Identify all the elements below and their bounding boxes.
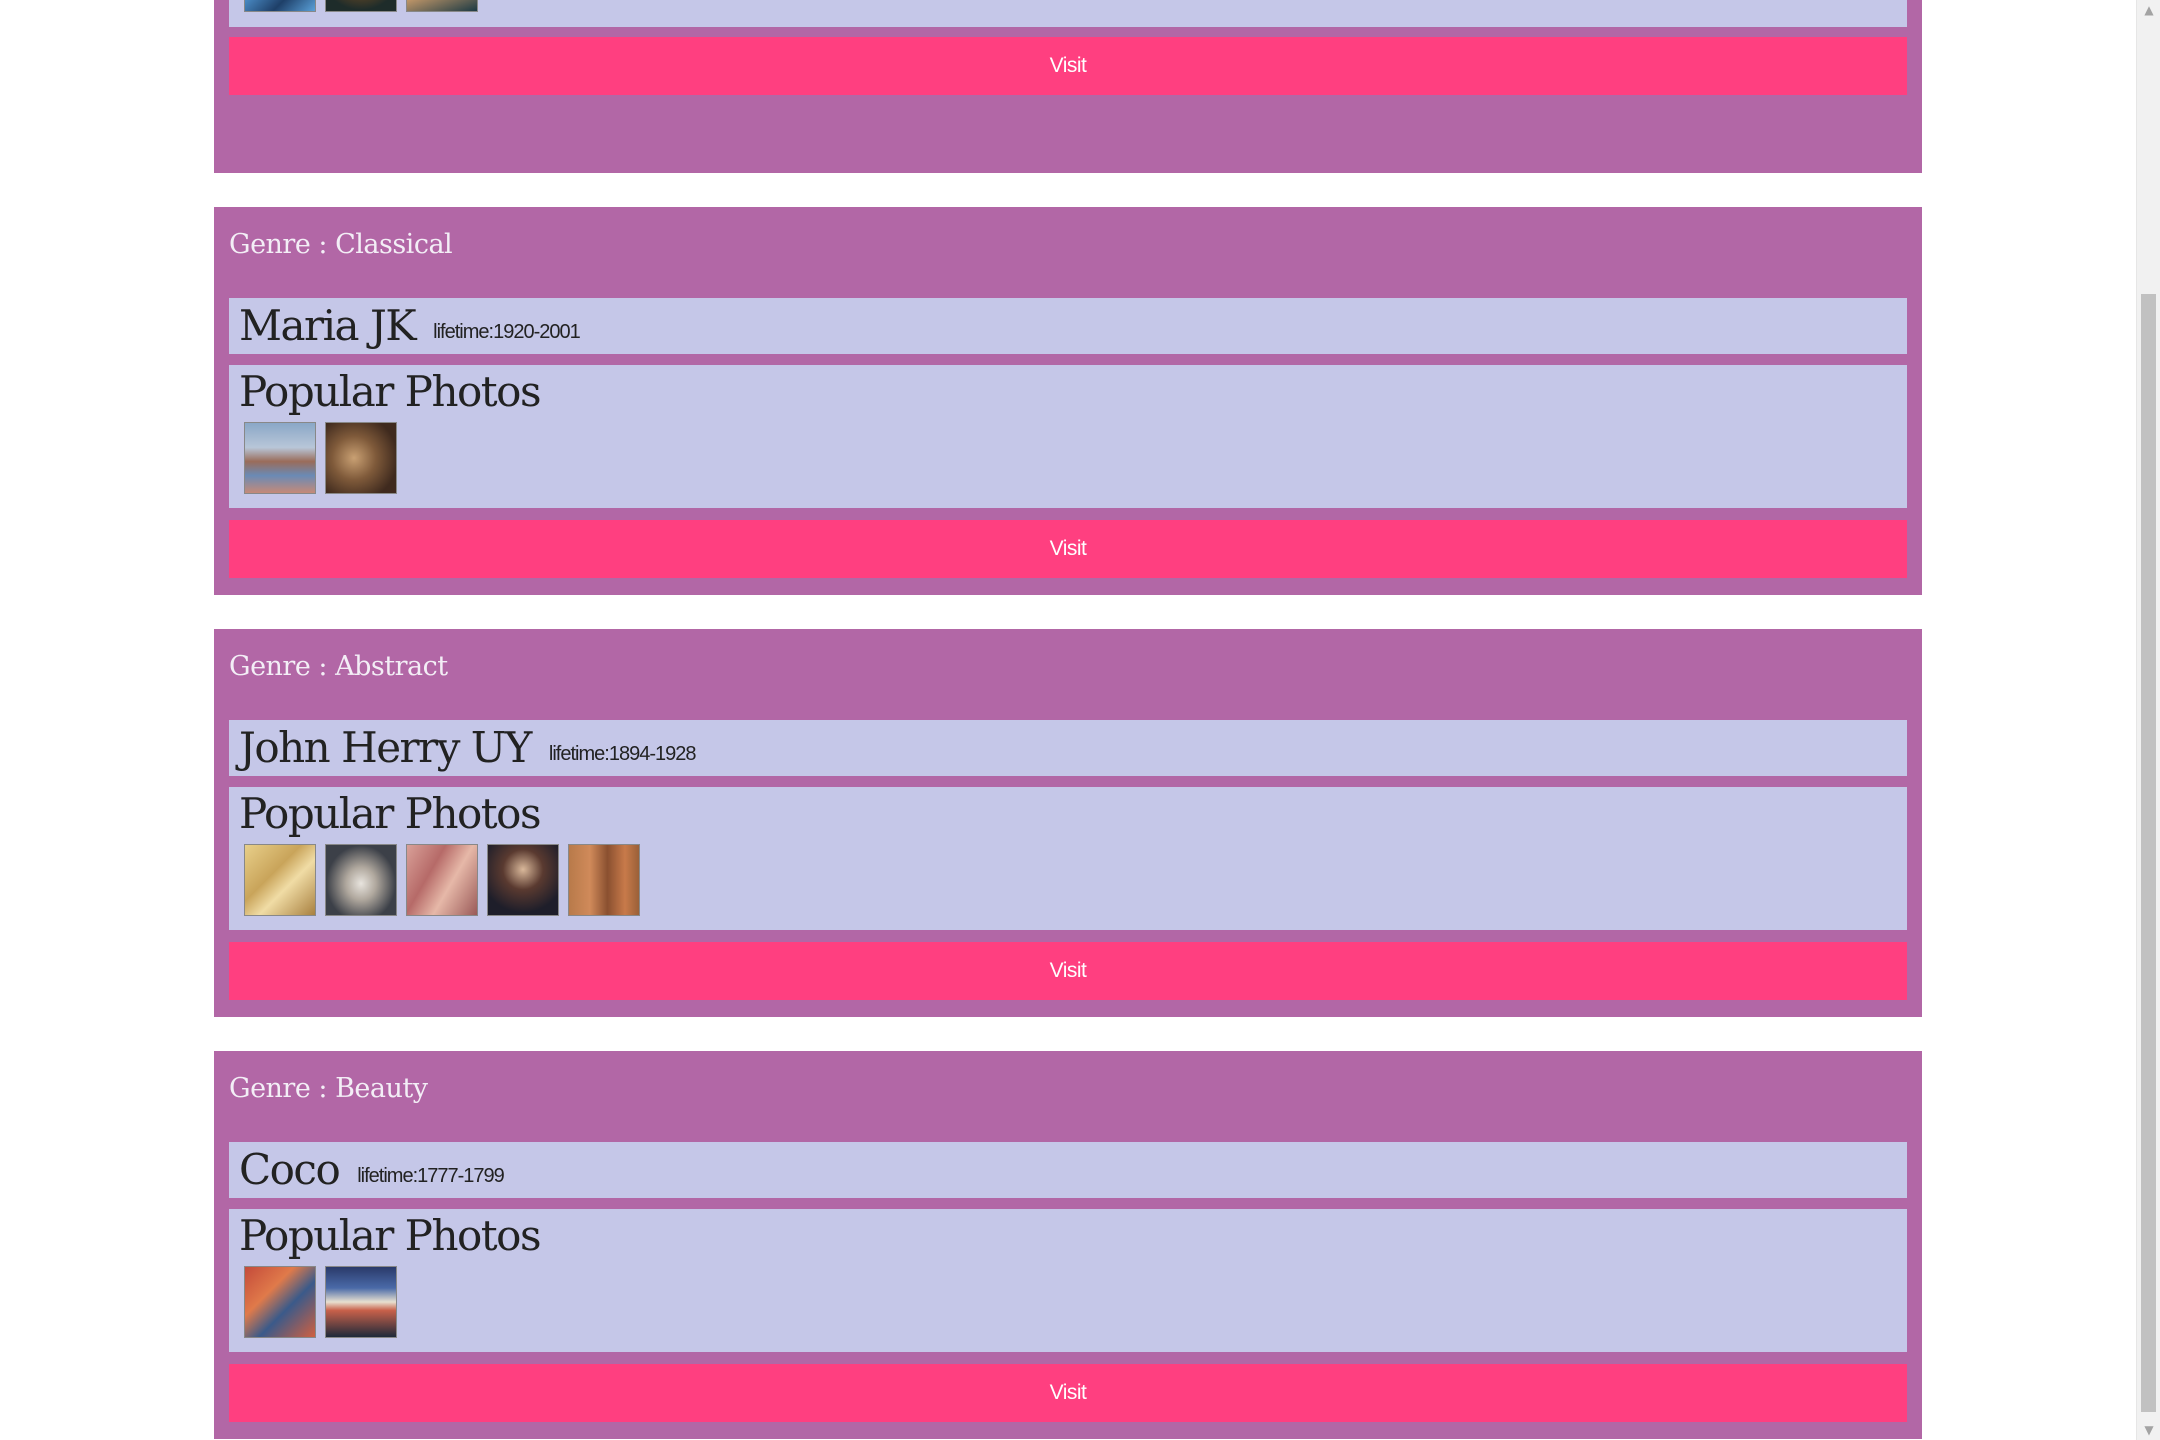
artist-name-row: Maria JK lifetime:1920-2001 — [239, 301, 581, 350]
photo-thumbnails — [244, 844, 640, 916]
genre-title: Genre : Classical — [229, 229, 453, 260]
visit-button[interactable]: Visit — [229, 37, 1907, 95]
popular-photos-title: Popular Photos — [239, 367, 542, 416]
artist-card-classical: Genre : Classical Maria JK lifetime:1920-… — [214, 207, 1922, 595]
scroll-down-arrow-icon[interactable]: ▼ — [2137, 1420, 2160, 1440]
popular-photos-title: Popular Photos — [239, 1211, 542, 1260]
photo-thumbnail[interactable] — [244, 1266, 316, 1338]
genre-title: Genre : Abstract — [229, 651, 448, 682]
artist-lifetime: lifetime:1894-1928 — [548, 743, 697, 765]
artist-name: Coco — [239, 1145, 341, 1194]
artist-header: Coco lifetime:1777-1799 — [229, 1142, 1907, 1198]
photo-thumbnail[interactable] — [244, 0, 316, 12]
photo-thumbnail[interactable] — [406, 844, 478, 916]
artist-name: Maria JK — [239, 301, 417, 350]
popular-photos-panel — [229, 0, 1907, 27]
photo-thumbnail[interactable] — [406, 0, 478, 12]
visit-button[interactable]: Visit — [229, 942, 1907, 1000]
artist-header: Maria JK lifetime:1920-2001 — [229, 298, 1907, 354]
artist-name-row: John Herry UY lifetime:1894-1928 — [239, 723, 697, 772]
popular-photos-title: Popular Photos — [239, 789, 542, 838]
photo-thumbnail[interactable] — [325, 422, 397, 494]
photo-thumbnail[interactable] — [568, 844, 640, 916]
artist-card-partial: Visit — [214, 0, 1922, 173]
photo-thumbnail[interactable] — [325, 0, 397, 12]
photo-thumbnail[interactable] — [244, 422, 316, 494]
scroll-up-arrow-icon[interactable]: ▲ — [2137, 0, 2160, 20]
photo-thumbnail[interactable] — [325, 1266, 397, 1338]
artist-header: John Herry UY lifetime:1894-1928 — [229, 720, 1907, 776]
page: Visit Genre : Classical Maria JK lifetime… — [0, 0, 2160, 1440]
photo-thumbnail[interactable] — [244, 844, 316, 916]
photo-thumbnails — [244, 0, 478, 12]
photo-thumbnails — [244, 1266, 397, 1338]
popular-photos-panel: Popular Photos — [229, 787, 1907, 930]
popular-photos-panel: Popular Photos — [229, 365, 1907, 508]
photo-thumbnails — [244, 422, 397, 494]
popular-photos-panel: Popular Photos — [229, 1209, 1907, 1352]
scrollbar-thumb[interactable] — [2141, 294, 2156, 1412]
artist-card-abstract: Genre : Abstract John Herry UY lifetime:1… — [214, 629, 1922, 1017]
artist-lifetime: lifetime:1920-2001 — [433, 321, 581, 343]
visit-button[interactable]: Visit — [229, 520, 1907, 578]
artist-lifetime: lifetime:1777-1799 — [357, 1165, 505, 1187]
visit-button[interactable]: Visit — [229, 1364, 1907, 1422]
photo-thumbnail[interactable] — [487, 844, 559, 916]
genre-title: Genre : Beauty — [229, 1073, 428, 1104]
vertical-scrollbar[interactable]: ▲ ▼ — [2136, 0, 2160, 1440]
artist-card-beauty: Genre : Beauty Coco lifetime:1777-1799 Po… — [214, 1051, 1922, 1439]
photo-thumbnail[interactable] — [325, 844, 397, 916]
artist-name: John Herry UY — [239, 723, 532, 772]
artist-name-row: Coco lifetime:1777-1799 — [239, 1145, 505, 1194]
